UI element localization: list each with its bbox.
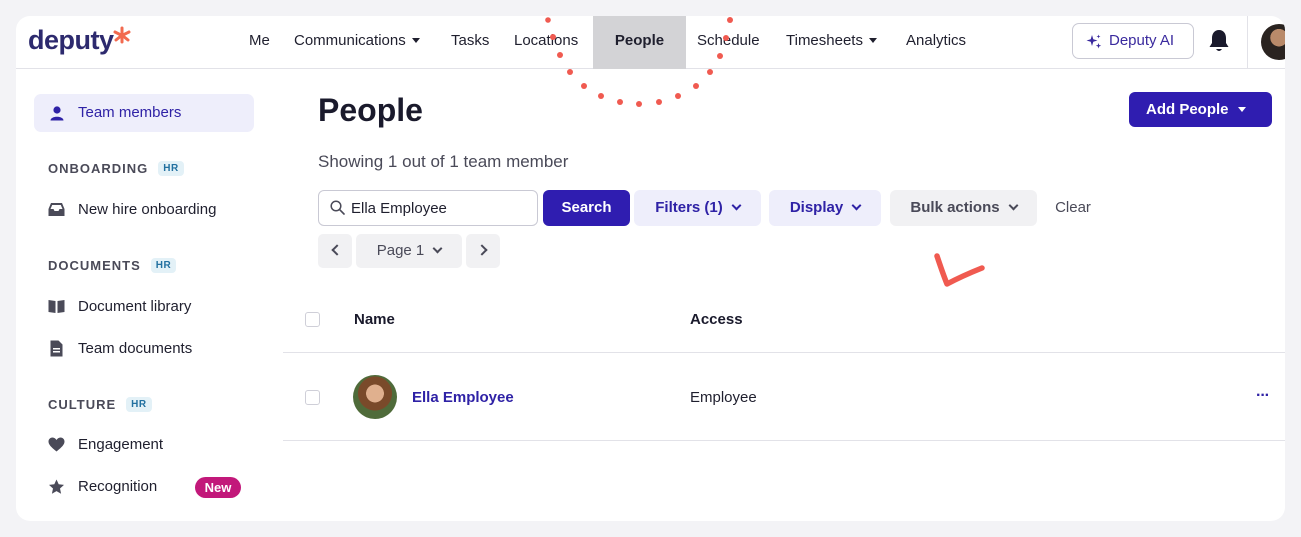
- chevron-right-icon: [475, 244, 488, 256]
- deputy-logo[interactable]: deputy: [28, 25, 114, 56]
- caret-down-icon: [411, 38, 420, 43]
- page-select[interactable]: Page 1: [356, 234, 462, 268]
- documents-heading: DOCUMENTS HR: [48, 258, 177, 273]
- filters-label: Filters (1): [655, 199, 723, 216]
- sidebar-item-document-library[interactable]: Document library: [48, 298, 191, 315]
- table-divider: [283, 440, 1285, 441]
- person-icon: [48, 104, 65, 121]
- sidebar-item-label: Recognition: [78, 478, 158, 495]
- row-checkbox[interactable]: [305, 390, 320, 405]
- more-options-icon[interactable]: ···: [1256, 387, 1270, 405]
- caret-down-icon: [868, 38, 877, 43]
- deputy-ai-label: Deputy AI: [1109, 32, 1175, 49]
- column-header-name[interactable]: Name: [354, 311, 395, 328]
- section-heading-text: ONBOARDING: [48, 161, 149, 176]
- sidebar-item-team-members[interactable]: Team members: [48, 104, 181, 121]
- employee-name-link[interactable]: Ella Employee: [412, 389, 514, 406]
- chevron-down-icon: [1008, 200, 1019, 211]
- previous-page-button[interactable]: [318, 234, 352, 268]
- nav-tasks[interactable]: Tasks: [451, 16, 489, 69]
- page-label: Page 1: [376, 242, 425, 259]
- sidebar-item-team-documents[interactable]: Team documents: [48, 340, 192, 357]
- page-title: People: [318, 92, 423, 128]
- deputy-ai-button[interactable]: Deputy AI: [1072, 23, 1194, 59]
- inbox-tray-icon: [48, 201, 65, 218]
- add-people-button[interactable]: Add People: [1129, 92, 1272, 127]
- new-badge: New: [195, 477, 241, 498]
- logo-asterisk-icon: [113, 26, 131, 44]
- employee-avatar: [353, 375, 397, 419]
- nav-communications[interactable]: Communications: [294, 16, 420, 69]
- employee-access: Employee: [690, 389, 757, 406]
- book-icon: [48, 298, 65, 315]
- section-heading-text: DOCUMENTS: [48, 258, 141, 273]
- add-people-label: Add People: [1146, 101, 1229, 118]
- bell-icon[interactable]: [1208, 28, 1230, 54]
- sidebar-item-label: Engagement: [78, 436, 164, 453]
- sidebar-item-recognition[interactable]: Recognition: [48, 478, 157, 495]
- results-count: Showing 1 out of 1 team member: [318, 152, 569, 171]
- onboarding-heading: ONBOARDING HR: [48, 161, 184, 176]
- chevron-down-icon: [432, 243, 443, 254]
- table-divider: [283, 352, 1285, 353]
- nav-timesheets-label: Timesheets: [786, 32, 863, 49]
- user-avatar[interactable]: [1261, 24, 1285, 60]
- hr-badge: HR: [126, 397, 152, 412]
- app-window: deputy Me Communications Tasks Locations…: [16, 16, 1285, 521]
- chevron-down-icon: [731, 200, 742, 211]
- sidebar-item-label: Document library: [78, 298, 192, 315]
- select-all-checkbox[interactable]: [305, 312, 320, 327]
- search-icon: [330, 200, 345, 215]
- sidebar-item-label: Team documents: [78, 340, 193, 357]
- search-input[interactable]: [351, 191, 531, 225]
- column-header-access[interactable]: Access: [690, 311, 743, 328]
- nav-analytics[interactable]: Analytics: [906, 16, 966, 69]
- sparkle-icon: [1086, 34, 1102, 49]
- clear-button[interactable]: Clear: [1046, 190, 1100, 226]
- caret-down-icon: [1237, 107, 1246, 112]
- hr-badge: HR: [150, 258, 177, 273]
- sidebar-item-engagement[interactable]: Engagement: [48, 436, 163, 453]
- bulk-actions-button[interactable]: Bulk actions: [890, 190, 1037, 226]
- star-icon: [48, 478, 65, 495]
- nav-timesheets[interactable]: Timesheets: [786, 16, 877, 69]
- heart-icon: [48, 436, 65, 453]
- culture-heading: CULTURE HR: [48, 397, 152, 412]
- filters-button[interactable]: Filters (1): [634, 190, 761, 226]
- display-button[interactable]: Display: [769, 190, 881, 226]
- nav-schedule[interactable]: Schedule: [697, 16, 760, 69]
- sidebar-item-new-hire-onboarding[interactable]: New hire onboarding: [48, 201, 216, 218]
- next-page-button[interactable]: [466, 234, 500, 268]
- hr-badge: HR: [158, 161, 184, 176]
- chevron-down-icon: [851, 200, 862, 211]
- nav-me[interactable]: Me: [249, 16, 270, 69]
- search-box: [318, 190, 538, 226]
- nav-people[interactable]: People: [593, 16, 686, 69]
- sidebar-item-label: Team members: [78, 104, 182, 121]
- display-label: Display: [789, 199, 844, 216]
- section-heading-text: CULTURE: [48, 397, 117, 412]
- bulk-actions-label: Bulk actions: [910, 199, 1000, 216]
- top-navigation: deputy Me Communications Tasks Locations…: [16, 16, 1285, 69]
- sidebar-item-label: New hire onboarding: [78, 201, 217, 218]
- nav-divider: [1247, 16, 1248, 69]
- nav-locations[interactable]: Locations: [514, 16, 578, 69]
- document-icon: [48, 340, 65, 357]
- chevron-left-icon: [330, 244, 343, 256]
- nav-communications-label: Communications: [294, 32, 406, 49]
- search-button[interactable]: Search: [543, 190, 630, 226]
